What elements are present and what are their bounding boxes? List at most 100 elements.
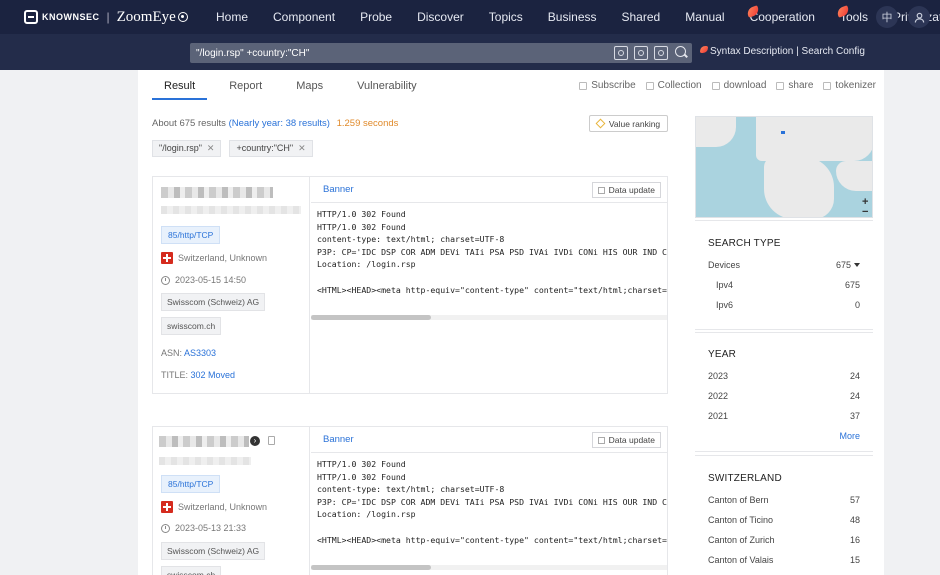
redacted-ip[interactable] <box>159 436 249 447</box>
org-tag[interactable]: Swisscom (Schweiz) AG <box>161 542 266 560</box>
row-count: 16 <box>849 535 860 545</box>
domain-tag[interactable]: swisscom.ch <box>161 317 222 335</box>
data-update-label: Data update <box>608 435 655 445</box>
banner-tab[interactable]: Banner <box>323 434 354 445</box>
collection-button[interactable]: Collection <box>645 80 702 91</box>
icon-search-icon[interactable] <box>634 46 648 60</box>
nav-item-business[interactable]: Business <box>548 10 597 24</box>
scan-time-text: 2023-05-13 21:33 <box>175 523 247 533</box>
map-land <box>764 157 834 217</box>
tab-vulnerability[interactable]: Vulnerability <box>357 70 417 100</box>
region-row[interactable]: Canton of Bern 57 <box>708 495 860 505</box>
nav-right: 中 <box>876 0 940 34</box>
redacted-ip[interactable] <box>161 187 273 198</box>
zoomeye-logo[interactable]: KNOWNSEC | ZoomEye <box>24 9 188 26</box>
row-count: 0 <box>854 300 860 310</box>
domain-tag[interactable]: swisscom.ch <box>161 566 222 575</box>
document-icon[interactable] <box>268 436 275 445</box>
result-card: 85/http/TCP Switzerland, Unknown 2023-05… <box>152 176 668 394</box>
subscribe-icon <box>579 81 588 90</box>
map-land <box>836 161 872 191</box>
close-icon[interactable]: ✕ <box>298 143 306 153</box>
chevron-right-icon[interactable]: › <box>250 436 260 446</box>
title-label: TITLE: <box>161 370 189 380</box>
cert-search-icon[interactable] <box>654 46 668 60</box>
top-navbar: KNOWNSEC | ZoomEye Home Component Probe … <box>0 0 940 34</box>
row-label: Canton of Zurich <box>708 535 775 545</box>
protocol-tag[interactable]: 85/http/TCP <box>161 475 221 493</box>
search-icon[interactable] <box>674 46 688 60</box>
title-link[interactable]: 302 Moved <box>191 370 236 380</box>
data-update-button[interactable]: Data update <box>591 432 661 448</box>
filter-chip[interactable]: +country:"CH" ✕ <box>229 140 313 157</box>
year-heading: YEAR <box>708 349 737 360</box>
page-title: TITLE: 302 Moved <box>161 370 235 380</box>
protocol-tag[interactable]: 85/http/TCP <box>161 226 221 244</box>
nav-item-cooperation[interactable]: Cooperation <box>750 10 815 24</box>
tokenizer-icon <box>823 81 832 90</box>
region-row[interactable]: Canton of Valais 15 <box>708 555 860 565</box>
nav-item-tools[interactable]: Tools <box>840 10 868 24</box>
tab-result[interactable]: Result <box>152 70 208 100</box>
filter-chip[interactable]: "/login.rsp" ✕ <box>152 140 222 157</box>
region-row[interactable]: Canton of Zurich 16 <box>708 535 860 545</box>
value-ranking-button[interactable]: Value ranking <box>589 115 668 132</box>
image-search-icon[interactable] <box>614 46 628 60</box>
syntax-links[interactable]: Syntax Description | Search Config <box>700 46 865 57</box>
org-tag[interactable]: Swisscom (Schweiz) AG <box>161 293 266 311</box>
search-box <box>190 43 692 63</box>
tab-report[interactable]: Report <box>229 70 262 100</box>
row-label: 2021 <box>708 411 729 421</box>
horizontal-scrollbar[interactable] <box>311 565 667 570</box>
subscribe-button[interactable]: Subscribe <box>579 80 636 91</box>
nav-item-component[interactable]: Component <box>273 10 335 24</box>
nav-item-probe[interactable]: Probe <box>360 10 392 24</box>
search-type-row[interactable]: Ipv6 0 <box>716 300 860 310</box>
world-map[interactable]: + − <box>695 116 873 218</box>
filter-chip-label: +country:"CH" <box>236 143 294 153</box>
year-row[interactable]: 2022 24 <box>708 391 860 401</box>
filter-chips: "/login.rsp" ✕ +country:"CH" ✕ <box>152 140 321 157</box>
tab-maps[interactable]: Maps <box>296 70 323 100</box>
search-type-row[interactable]: Devices 675 <box>708 260 860 270</box>
language-button[interactable]: 中 <box>876 6 898 28</box>
region-row[interactable]: Canton of Ticino 48 <box>708 515 860 525</box>
nearly-year-count[interactable]: (Nearly year: 38 results) <box>229 118 330 129</box>
nav-item-manual[interactable]: Manual <box>685 10 724 24</box>
banner-panel: Banner Data update HTTP/1.0 302 Found HT… <box>311 177 667 393</box>
syntax-hint-icon <box>700 46 708 53</box>
year-row[interactable]: 2023 24 <box>708 371 860 381</box>
banner-tab[interactable]: Banner <box>323 184 354 195</box>
tokenizer-button[interactable]: tokenizer <box>823 80 876 91</box>
row-count: 15 <box>849 555 860 565</box>
nav-item-discover[interactable]: Discover <box>417 10 464 24</box>
year-more-link[interactable]: More <box>839 431 860 441</box>
asn-link[interactable]: AS3303 <box>184 348 216 358</box>
row-label: Devices <box>708 260 741 270</box>
share-button[interactable]: share <box>776 80 813 91</box>
syntax-description-link[interactable]: Syntax Description | Search Config <box>710 46 865 57</box>
nav-item-home[interactable]: Home <box>216 10 248 24</box>
nav-item-shared[interactable]: Shared <box>622 10 661 24</box>
year-panel: YEAR 2023 24 2022 24 2021 37 More <box>695 332 873 452</box>
horizontal-scrollbar[interactable] <box>311 315 667 320</box>
result-tabs: Result Report Maps Vulnerability <box>152 70 451 100</box>
download-button[interactable]: download <box>711 80 766 91</box>
zoom-out-button[interactable]: − <box>862 207 868 218</box>
nav-item-topics[interactable]: Topics <box>489 10 523 24</box>
clock-icon <box>161 275 170 285</box>
map-land <box>696 117 736 147</box>
year-row[interactable]: 2021 37 <box>708 411 860 421</box>
row-count: 24 <box>849 391 860 401</box>
search-input[interactable] <box>190 47 600 59</box>
data-update-button[interactable]: Data update <box>591 182 661 198</box>
user-icon[interactable] <box>908 6 930 28</box>
scrollbar-thumb[interactable] <box>311 315 431 320</box>
tab-actions: Subscribe Collection download share toke… <box>569 80 876 91</box>
caret-down-icon[interactable] <box>854 263 860 267</box>
map-marker[interactable] <box>781 131 785 134</box>
redacted-hostname <box>161 206 301 214</box>
scrollbar-thumb[interactable] <box>311 565 431 570</box>
close-icon[interactable]: ✕ <box>207 143 215 153</box>
search-type-row[interactable]: Ipv4 675 <box>716 280 860 290</box>
